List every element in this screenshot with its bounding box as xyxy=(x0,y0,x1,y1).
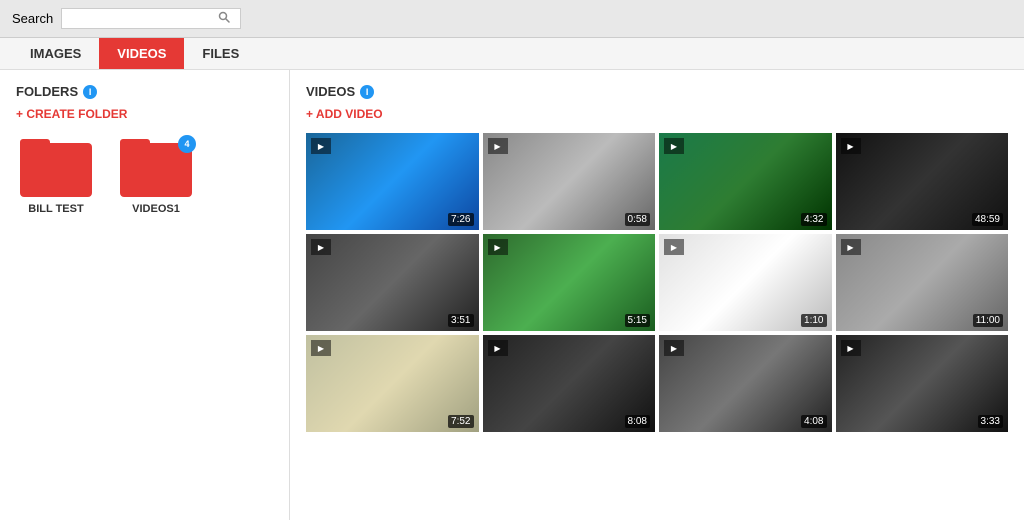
folder-item[interactable]: BILL TEST xyxy=(16,139,96,215)
video-duration: 4:08 xyxy=(801,415,826,428)
search-bar: Search xyxy=(0,0,1024,38)
folder-icon: 4 xyxy=(120,139,192,197)
play-button-icon: ▶ xyxy=(488,138,508,154)
video-duration: 7:52 xyxy=(448,415,473,428)
search-icon xyxy=(218,11,230,26)
folders-grid: BILL TEST 4 VIDEOS1 xyxy=(16,139,273,215)
play-button-icon: ▶ xyxy=(841,340,861,356)
main-layout: FOLDERS i + CREATE FOLDER BILL TEST 4 xyxy=(0,70,1024,520)
videos-info-icon[interactable]: i xyxy=(360,85,374,99)
play-button-icon: ▶ xyxy=(664,239,684,255)
video-thumbnail[interactable]: ▶ 0:58 xyxy=(483,133,656,230)
video-thumbnail[interactable]: ▶ 3:51 xyxy=(306,234,479,331)
video-duration: 48:59 xyxy=(972,213,1003,226)
folder-icon xyxy=(20,139,92,197)
folder-badge: 4 xyxy=(178,135,196,153)
video-duration: 3:33 xyxy=(978,415,1003,428)
play-button-icon: ▶ xyxy=(488,239,508,255)
video-thumbnail[interactable]: ▶ 11:00 xyxy=(836,234,1009,331)
videos-title: VIDEOS xyxy=(306,84,355,99)
video-thumbnail[interactable]: ▶ 1:10 xyxy=(659,234,832,331)
search-label: Search xyxy=(12,11,53,26)
folders-section-title: FOLDERS i xyxy=(16,84,273,99)
video-duration: 11:00 xyxy=(973,314,1003,327)
tab-files[interactable]: FILES xyxy=(184,38,257,69)
video-duration: 1:10 xyxy=(801,314,826,327)
search-input[interactable] xyxy=(68,12,218,26)
video-thumbnail[interactable]: ▶ 5:15 xyxy=(483,234,656,331)
video-thumbnail[interactable]: ▶ 7:52 xyxy=(306,335,479,432)
play-button-icon: ▶ xyxy=(664,138,684,154)
folder-item[interactable]: 4 VIDEOS1 xyxy=(116,139,196,215)
video-thumbnail[interactable]: ▶ 8:08 xyxy=(483,335,656,432)
play-button-icon: ▶ xyxy=(841,239,861,255)
play-button-icon: ▶ xyxy=(311,138,331,154)
tab-bar: IMAGES VIDEOS FILES xyxy=(0,38,1024,70)
video-duration: 3:51 xyxy=(448,314,473,327)
content-area: VIDEOS i + ADD VIDEO ▶ 7:26 ▶ 0:58 ▶ 4:32 ▶ 48:… xyxy=(290,70,1024,520)
videos-section-title: VIDEOS i xyxy=(306,84,1008,99)
play-button-icon: ▶ xyxy=(311,340,331,356)
add-video-button[interactable]: + ADD VIDEO xyxy=(306,107,383,121)
video-thumbnail[interactable]: ▶ 4:32 xyxy=(659,133,832,230)
play-button-icon: ▶ xyxy=(841,138,861,154)
tab-videos[interactable]: VIDEOS xyxy=(99,38,184,69)
video-duration: 0:58 xyxy=(625,213,650,226)
video-duration: 7:26 xyxy=(448,213,473,226)
video-duration: 8:08 xyxy=(625,415,650,428)
folder-name: VIDEOS1 xyxy=(132,203,180,215)
folders-info-icon[interactable]: i xyxy=(83,85,97,99)
video-thumbnail[interactable]: ▶ 4:08 xyxy=(659,335,832,432)
folders-title: FOLDERS xyxy=(16,84,78,99)
search-input-wrap xyxy=(61,8,241,29)
video-thumbnail[interactable]: ▶ 48:59 xyxy=(836,133,1009,230)
video-duration: 5:15 xyxy=(625,314,650,327)
sidebar: FOLDERS i + CREATE FOLDER BILL TEST 4 xyxy=(0,70,290,520)
video-thumbnail[interactable]: ▶ 7:26 xyxy=(306,133,479,230)
video-grid: ▶ 7:26 ▶ 0:58 ▶ 4:32 ▶ 48:59 ▶ 3:51 ▶ 5:15 ▶ 1:10 ▶ 11:… xyxy=(306,133,1008,432)
play-button-icon: ▶ xyxy=(488,340,508,356)
video-thumbnail[interactable]: ▶ 3:33 xyxy=(836,335,1009,432)
tab-images[interactable]: IMAGES xyxy=(12,38,99,69)
play-button-icon: ▶ xyxy=(311,239,331,255)
create-folder-button[interactable]: + CREATE FOLDER xyxy=(16,107,127,121)
folder-name: BILL TEST xyxy=(28,203,83,215)
folder-shape xyxy=(20,143,92,197)
video-duration: 4:32 xyxy=(801,213,826,226)
play-button-icon: ▶ xyxy=(664,340,684,356)
